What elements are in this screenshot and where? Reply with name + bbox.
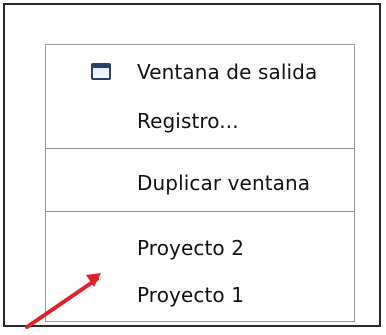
menu-item-registro[interactable]: Registro... bbox=[46, 100, 354, 142]
menu-item-proyecto-2[interactable]: Proyecto 2 bbox=[46, 227, 354, 269]
menu-separator bbox=[46, 211, 354, 212]
menu-item-label: Registro... bbox=[137, 109, 239, 133]
menu-item-label: Ventana de salida bbox=[137, 60, 318, 84]
menu-item-label: Proyecto 1 bbox=[137, 283, 245, 307]
window-context-menu: Ventana de salida Registro... Duplicar v… bbox=[45, 44, 355, 322]
menu-item-ventana-de-salida[interactable]: Ventana de salida bbox=[46, 51, 354, 93]
menu-item-label: Proyecto 2 bbox=[137, 236, 245, 260]
menu-item-proyecto-1[interactable]: Proyecto 1 bbox=[46, 274, 354, 316]
screenshot-frame: Ventana de salida Registro... Duplicar v… bbox=[3, 3, 381, 329]
menu-separator bbox=[46, 148, 354, 149]
window-icon bbox=[91, 63, 111, 80]
menu-item-label: Duplicar ventana bbox=[137, 171, 311, 195]
menu-item-duplicar-ventana[interactable]: Duplicar ventana bbox=[46, 162, 354, 204]
